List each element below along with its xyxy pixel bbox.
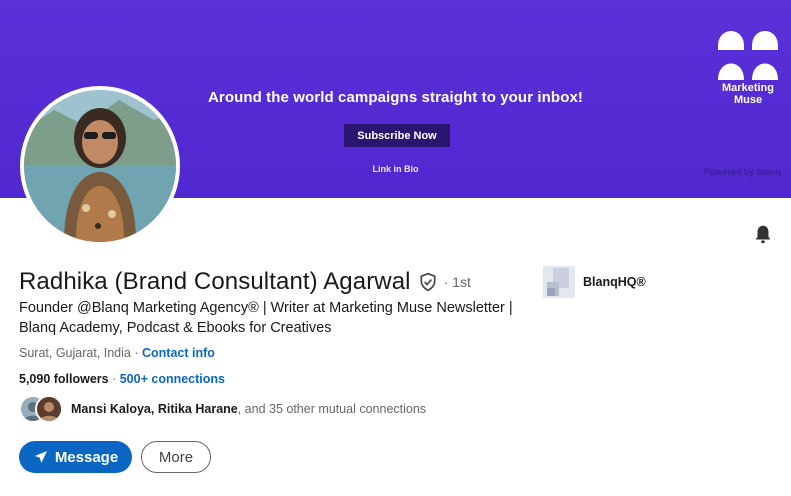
- mutual-connections[interactable]: Mansi Kaloya, Ritika Harane, and 35 othe…: [19, 395, 426, 423]
- location-row: Surat, Gujarat, India · Contact info: [19, 346, 215, 360]
- contact-info-link[interactable]: Contact info: [142, 346, 215, 360]
- connections-link[interactable]: 500+ connections: [120, 372, 225, 386]
- followers-row: 5,090 followers · 500+ connections: [19, 372, 225, 386]
- marketing-muse-brand-name: Marketing Muse: [713, 82, 783, 106]
- company-name: BlanqHQ®: [583, 275, 646, 289]
- followers-count: 5,090 followers: [19, 372, 109, 386]
- mutual-avatars: [19, 395, 65, 423]
- more-button[interactable]: More: [141, 441, 211, 473]
- profile-photo: [24, 90, 176, 242]
- profile-name-row: Radhika (Brand Consultant) Agarwal · 1st: [19, 268, 471, 296]
- location-separator: ·: [130, 346, 142, 360]
- connection-degree: · 1st: [443, 274, 471, 290]
- profile-name: Radhika (Brand Consultant) Agarwal: [19, 268, 411, 295]
- send-icon: [34, 451, 47, 463]
- banner-subscribe-button: Subscribe Now: [344, 124, 450, 147]
- banner-powered-by: Powered by blanq: [703, 167, 781, 177]
- profile-headline: Founder @Blanq Marketing Agency® | Write…: [19, 300, 513, 336]
- current-company[interactable]: BlanqHQ®: [543, 266, 646, 298]
- blanqhq-logo-icon: [543, 266, 575, 298]
- message-button[interactable]: Message: [19, 441, 132, 473]
- bell-icon[interactable]: [752, 223, 774, 245]
- mutual-avatar-2: [35, 395, 63, 423]
- brand-name-line1: Marketing: [722, 82, 774, 94]
- mutual-names: Mansi Kaloya, Ritika Harane: [71, 402, 238, 416]
- blanqhq-logo: [543, 266, 575, 298]
- profile-avatar[interactable]: [20, 86, 180, 246]
- mutual-avatar-2-photo: [37, 397, 61, 421]
- profile-location: Surat, Gujarat, India: [19, 346, 131, 360]
- marketing-muse-logo: Marketing Muse: [713, 18, 783, 114]
- message-button-label: Message: [54, 448, 119, 466]
- brand-name-line2: Muse: [733, 94, 763, 106]
- verified-shield-icon[interactable]: [418, 272, 438, 292]
- marketing-muse-logo-icon: [718, 31, 778, 80]
- connections-separator: ·: [108, 372, 120, 386]
- profile-actions: Message More: [19, 441, 211, 473]
- mutual-connections-text: Mansi Kaloya, Ritika Harane, and 35 othe…: [71, 402, 426, 416]
- mutual-rest: , and 35 other mutual connections: [237, 402, 427, 416]
